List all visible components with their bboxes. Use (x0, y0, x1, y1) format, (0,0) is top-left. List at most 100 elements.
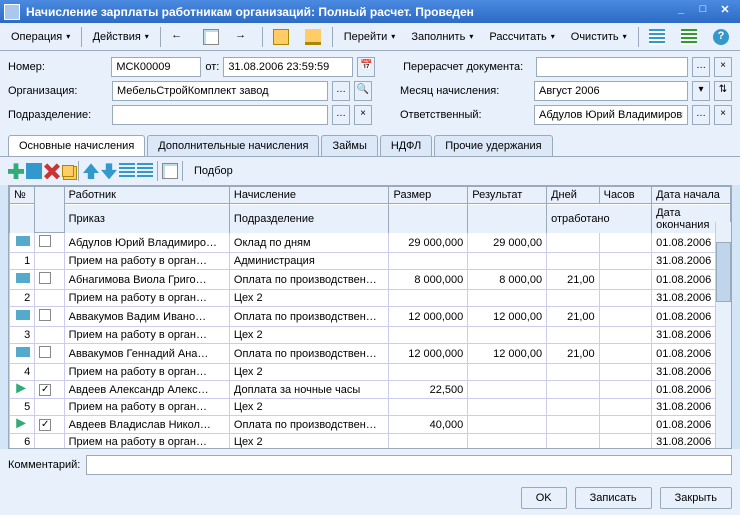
col-size-sub[interactable] (389, 204, 468, 233)
export-button[interactable] (298, 25, 328, 49)
maximize-button[interactable]: □ (692, 3, 714, 21)
list2-button[interactable] (674, 25, 704, 49)
date-picker-button[interactable]: 📅 (357, 57, 375, 77)
table-row-sub[interactable]: 6Прием на работу в орган…Цех 231.08.2006 (10, 434, 731, 449)
recalc-select-button[interactable]: … (692, 57, 710, 77)
resp-input[interactable] (534, 105, 688, 125)
table-row[interactable]: Абдулов Юрий Владимиро…Оклад по дням29 0… (10, 233, 731, 253)
month-input[interactable] (534, 81, 688, 101)
row-checkbox[interactable]: ✓ (39, 384, 51, 396)
operation-menu[interactable]: Операция (4, 27, 77, 47)
back-button[interactable]: ← (164, 25, 194, 49)
dept-select-button[interactable]: … (332, 105, 350, 125)
add-row-button[interactable] (8, 163, 24, 179)
sort-desc-button[interactable] (137, 163, 153, 179)
org-open-button[interactable]: 🔍 (354, 81, 372, 101)
tab-ndfl[interactable]: НДФЛ (380, 135, 432, 156)
table-row-sub[interactable]: 1Прием на работу в орган…Администрация31… (10, 253, 731, 270)
save-button[interactable]: Записать (575, 487, 652, 509)
goto-menu[interactable]: Перейти (337, 27, 403, 47)
row-checkbox[interactable] (39, 272, 51, 284)
col-order[interactable]: Приказ (64, 204, 229, 233)
tab-other[interactable]: Прочие удержания (434, 135, 552, 156)
sort-asc-button[interactable] (119, 163, 135, 179)
clear-menu[interactable]: Очистить (564, 27, 634, 47)
month-step-button[interactable]: ⇅ (714, 81, 732, 101)
org-select-button[interactable]: … (332, 81, 350, 101)
dept-clear-button[interactable]: × (354, 105, 372, 125)
tab-extra-accruals[interactable]: Дополнительные начисления (147, 135, 319, 156)
row-checkbox[interactable] (39, 309, 51, 321)
cell-order: Прием на работу в орган… (64, 399, 229, 416)
cell-accrual: Оклад по дням (229, 233, 389, 253)
scroll-thumb[interactable] (716, 242, 731, 302)
minimize-button[interactable]: _ (670, 3, 692, 21)
table-row-sub[interactable]: 4Прием на работу в орган…Цех 231.08.2006 (10, 364, 731, 381)
vertical-scrollbar[interactable] (715, 222, 731, 448)
col-result-sub[interactable] (468, 204, 547, 233)
tab-loans[interactable]: Займы (321, 135, 377, 156)
row-checkbox[interactable] (39, 346, 51, 358)
comment-input[interactable] (86, 455, 732, 475)
pick-button[interactable]: Подбор (187, 161, 240, 181)
row-checkbox[interactable]: ✓ (39, 419, 51, 431)
close-window-button[interactable]: ✕ (714, 3, 736, 21)
col-dept[interactable]: Подразделение (229, 204, 389, 233)
home-button[interactable] (266, 25, 296, 49)
help-button[interactable]: ? (706, 25, 736, 49)
move-up-button[interactable] (83, 163, 99, 179)
actions-menu[interactable]: Действия (86, 27, 156, 47)
edit-row-button[interactable] (26, 163, 42, 179)
move-down-button[interactable] (101, 163, 117, 179)
resp-clear-button[interactable]: × (714, 105, 732, 125)
list-icon (649, 29, 665, 45)
col-days[interactable]: Дней (547, 187, 600, 204)
recalc-input[interactable] (536, 57, 688, 77)
month-dd-button[interactable]: ▾ (692, 81, 710, 101)
month-label: Месяц начисления: (400, 85, 530, 97)
list1-button[interactable] (642, 25, 672, 49)
main-window: Начисление зарплаты работникам организац… (0, 0, 740, 515)
resp-select-button[interactable]: … (692, 105, 710, 125)
dept-input[interactable] (112, 105, 328, 125)
col-hours[interactable]: Часов (599, 187, 652, 204)
copy-row-button[interactable] (62, 165, 74, 177)
org-input[interactable] (112, 81, 328, 101)
col-n[interactable]: № (10, 187, 35, 204)
table-row-sub[interactable]: 3Прием на работу в орган…Цех 231.08.2006 (10, 327, 731, 344)
table-row[interactable]: Аввакумов Вадим Ивано…Оплата по производ… (10, 307, 731, 327)
delete-row-button[interactable] (44, 163, 60, 179)
grid-doc-button[interactable] (162, 163, 178, 179)
table-row-sub[interactable]: 2Прием на работу в орган…Цех 231.08.2006 (10, 290, 731, 307)
col-date-start[interactable]: Дата начала (652, 187, 731, 204)
fill-menu[interactable]: Заполнить (404, 27, 480, 47)
cell-size: 12 000,000 (389, 307, 468, 327)
cell-hours (599, 381, 652, 399)
col-worker[interactable]: Работник (64, 187, 229, 204)
col-check[interactable] (35, 187, 64, 233)
accruals-grid[interactable]: № Работник Начисление Размер Результат Д… (9, 186, 731, 449)
table-row[interactable]: Аввакумов Геннадий Ана…Оплата по произво… (10, 344, 731, 364)
row-status-icon (16, 347, 30, 357)
close-button[interactable]: Закрыть (660, 487, 732, 509)
forward-button[interactable]: → (228, 25, 258, 49)
col-n-sub[interactable] (10, 204, 35, 233)
table-row[interactable]: ✓Авдеев Владислав Никол…Оплата по произв… (10, 416, 731, 434)
tab-main-accruals[interactable]: Основные начисления (8, 135, 145, 156)
doc-button[interactable] (196, 25, 226, 49)
col-result[interactable]: Результат (468, 187, 547, 204)
grid-container: № Работник Начисление Размер Результат Д… (8, 185, 732, 449)
col-size[interactable]: Размер (389, 187, 468, 204)
date-input[interactable] (223, 57, 353, 77)
col-accrual[interactable]: Начисление (229, 187, 389, 204)
col-worked[interactable]: отработано (547, 204, 652, 233)
table-row[interactable]: ✓Авдеев Александр Алекс…Доплата за ночны… (10, 381, 731, 399)
table-row[interactable]: Абнагимова Виола Григо…Оплата по произво… (10, 270, 731, 290)
ok-button[interactable]: OK (521, 487, 567, 509)
table-row-sub[interactable]: 5Прием на работу в орган…Цех 231.08.2006 (10, 399, 731, 416)
recalc-clear-button[interactable]: × (714, 57, 732, 77)
number-input[interactable] (111, 57, 201, 77)
calc-menu[interactable]: Рассчитать (482, 27, 561, 47)
row-checkbox[interactable] (39, 235, 51, 247)
cell-n: 3 (10, 327, 35, 344)
